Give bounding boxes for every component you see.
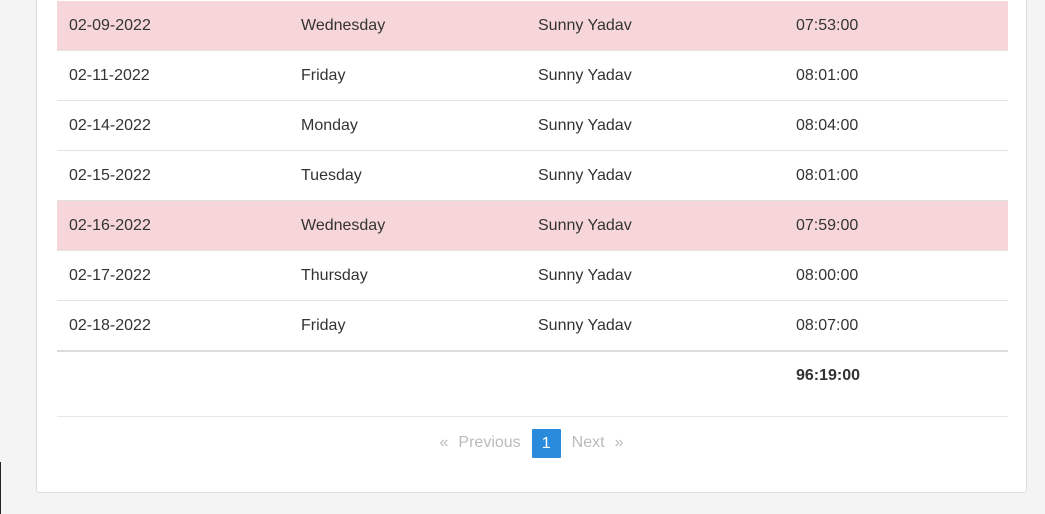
date-cell: 02-18-2022 <box>69 317 151 334</box>
window-edge <box>0 462 1 514</box>
last-page-icon[interactable]: » <box>610 428 629 458</box>
total-hours: 96:19:00 <box>796 367 861 384</box>
next-button[interactable]: Next <box>567 428 610 458</box>
first-page-icon[interactable]: « <box>435 428 454 458</box>
total-row: 96:19:00 <box>57 352 1008 417</box>
day-cell: Friday <box>301 67 346 84</box>
date-cell: 02-14-2022 <box>69 117 151 134</box>
date-cell: 02-11-2022 <box>69 67 150 84</box>
hours-cell: 08:04:00 <box>796 117 859 134</box>
hours-cell: 08:01:00 <box>796 167 859 184</box>
hours-cell: 07:59:00 <box>796 217 859 234</box>
page: 02-09-2022 Wednesday Sunny Yadav 07:53:0… <box>0 0 1045 514</box>
name-cell: Sunny Yadav <box>538 117 632 134</box>
date-cell: 02-15-2022 <box>69 167 151 184</box>
table-row: 02-11-2022 Friday Sunny Yadav 08:01:00 <box>57 51 1008 101</box>
name-cell: Sunny Yadav <box>538 167 632 184</box>
table-row: 02-14-2022 Monday Sunny Yadav 08:04:00 <box>57 101 1008 151</box>
name-cell: Sunny Yadav <box>538 67 632 84</box>
table-row: 02-09-2022 Wednesday Sunny Yadav 07:53:0… <box>57 1 1008 51</box>
name-cell: Sunny Yadav <box>538 217 632 234</box>
hours-cell: 07:53:00 <box>796 17 859 34</box>
day-cell: Wednesday <box>301 17 386 34</box>
hours-cell: 08:07:00 <box>796 317 859 334</box>
name-cell: Sunny Yadav <box>538 17 632 34</box>
hours-cell: 08:01:00 <box>796 67 859 84</box>
table-row: 02-18-2022 Friday Sunny Yadav 08:07:00 <box>57 301 1008 352</box>
hours-cell: 08:00:00 <box>796 267 859 284</box>
page-1-button[interactable]: 1 <box>531 428 561 458</box>
name-cell: Sunny Yadav <box>538 267 632 284</box>
day-cell: Thursday <box>301 267 368 284</box>
day-cell: Friday <box>301 317 346 334</box>
day-cell: Monday <box>301 117 358 134</box>
day-cell: Tuesday <box>301 167 362 184</box>
date-cell: 02-17-2022 <box>69 267 151 284</box>
day-cell: Wednesday <box>301 217 386 234</box>
table-row: 02-17-2022 Thursday Sunny Yadav 08:00:00 <box>57 251 1008 301</box>
name-cell: Sunny Yadav <box>538 317 632 334</box>
previous-button[interactable]: Previous <box>453 428 525 458</box>
date-cell: 02-16-2022 <box>69 217 151 234</box>
attendance-table: 02-09-2022 Wednesday Sunny Yadav 07:53:0… <box>57 1 1008 417</box>
table-row: 02-15-2022 Tuesday Sunny Yadav 08:01:00 <box>57 151 1008 201</box>
date-cell: 02-09-2022 <box>69 17 151 34</box>
pagination: « Previous 1 Next » <box>37 428 1026 458</box>
report-card: 02-09-2022 Wednesday Sunny Yadav 07:53:0… <box>36 0 1027 493</box>
table-row: 02-16-2022 Wednesday Sunny Yadav 07:59:0… <box>57 201 1008 251</box>
